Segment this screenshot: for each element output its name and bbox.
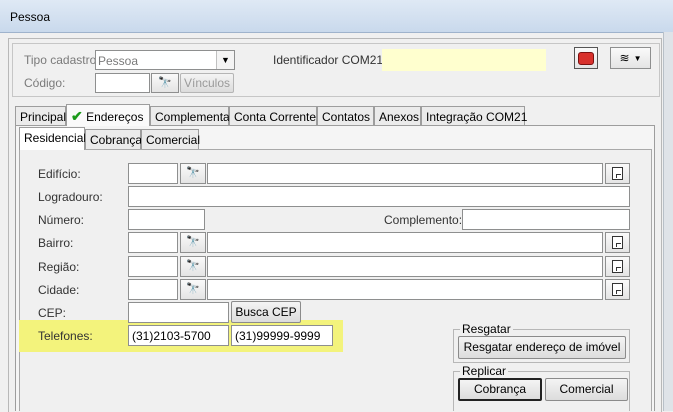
cidade-label: Cidade: xyxy=(38,283,80,297)
chevron-down-icon: ▼ xyxy=(633,53,642,63)
replicar-title: Replicar xyxy=(460,364,509,378)
logradouro-label: Logradouro: xyxy=(38,190,103,204)
telefones-label: Telefones: xyxy=(38,329,93,343)
busca-cep-button[interactable]: Busca CEP xyxy=(231,301,301,323)
subtab-cobranca[interactable]: Cobrança xyxy=(85,129,142,149)
resgatar-title: Resgatar xyxy=(460,322,513,336)
replicar-cobranca-button[interactable]: Cobrança xyxy=(458,378,542,401)
binoculars-icon: 🔭 xyxy=(186,236,200,248)
tab-anexos[interactable]: Anexos xyxy=(374,106,421,125)
tab-contatos[interactable]: Contatos xyxy=(317,106,374,125)
identificador-label: Identificador COM21: xyxy=(273,53,387,67)
subtab-residencial[interactable]: Residencial xyxy=(19,127,86,150)
chevron-down-icon[interactable]: ▼ xyxy=(216,51,234,69)
logradouro-input[interactable] xyxy=(128,186,630,207)
phone-button[interactable] xyxy=(574,47,598,69)
document-icon xyxy=(612,236,623,249)
cidade-name-input[interactable] xyxy=(207,279,603,300)
vinculos-button[interactable]: Vínculos xyxy=(180,73,234,93)
edificio-name-input[interactable] xyxy=(207,163,603,184)
bairro-name-input[interactable] xyxy=(207,232,603,253)
edificio-code-input[interactable] xyxy=(128,163,178,184)
binoculars-icon: 🔭 xyxy=(186,260,200,272)
binoculars-icon: 🔭 xyxy=(186,167,200,179)
binoculars-icon: 🔭 xyxy=(186,283,200,295)
phone-icon xyxy=(578,51,594,65)
tipo-cadastro-label: Tipo cadastro xyxy=(24,53,97,67)
regiao-search-button[interactable]: 🔭 xyxy=(180,256,206,277)
numero-input[interactable] xyxy=(128,209,205,230)
tipo-cadastro-value: Pessoa xyxy=(98,54,139,68)
tab-enderecos[interactable]: ✔ Endereços xyxy=(66,104,150,126)
document-icon xyxy=(612,167,623,180)
edificio-edit-button[interactable] xyxy=(605,163,630,184)
edificio-label: Edifício: xyxy=(38,167,81,181)
tab-integracao[interactable]: Integração COM21 xyxy=(421,106,527,125)
tab-complementar[interactable]: Complementar xyxy=(150,106,234,125)
cidade-edit-button[interactable] xyxy=(605,279,630,300)
bairro-code-input[interactable] xyxy=(128,232,178,253)
tab-enderecos-label: Endereços xyxy=(86,110,144,124)
cep-label: CEP: xyxy=(38,306,67,320)
complemento-input[interactable] xyxy=(462,209,630,230)
document-icon xyxy=(612,260,623,273)
check-icon: ✔ xyxy=(71,108,83,124)
vertical-scrollbar[interactable] xyxy=(663,32,673,411)
tipo-cadastro-select[interactable]: Pessoa ▼ xyxy=(95,50,235,70)
codigo-label: Código: xyxy=(24,76,66,90)
cidade-search-button[interactable]: 🔭 xyxy=(180,279,206,300)
tab-conta-corrente[interactable]: Conta Corrente xyxy=(229,106,317,125)
replicar-comercial-button[interactable]: Comercial xyxy=(545,378,628,401)
search-codigo-button[interactable]: 🔭 xyxy=(151,73,179,93)
title-bar: Pessoa xyxy=(0,0,673,33)
binoculars-icon: 🔭 xyxy=(158,76,172,89)
layers-icon: ≋ xyxy=(619,51,630,65)
telefone1-input[interactable]: (31)2103-5700 xyxy=(128,325,229,346)
telefone2-input[interactable]: (31)99999-9999 xyxy=(231,325,333,346)
bairro-label: Bairro: xyxy=(38,236,74,250)
regiao-label: Região: xyxy=(38,260,80,274)
edificio-search-button[interactable]: 🔭 xyxy=(180,163,206,184)
cep-input[interactable] xyxy=(128,302,229,323)
codigo-input[interactable] xyxy=(95,73,150,93)
regiao-name-input[interactable] xyxy=(207,256,603,277)
identificador-field[interactable] xyxy=(382,49,546,71)
window-title: Pessoa xyxy=(10,10,51,24)
regiao-code-input[interactable] xyxy=(128,256,178,277)
regiao-edit-button[interactable] xyxy=(605,256,630,277)
cidade-code-input[interactable] xyxy=(128,279,178,300)
subtab-comercial[interactable]: Comercial xyxy=(141,129,200,149)
document-icon xyxy=(612,283,623,296)
numero-label: Número: xyxy=(38,213,85,227)
bairro-search-button[interactable]: 🔭 xyxy=(180,232,206,253)
complemento-label: Complemento: xyxy=(384,213,463,227)
tab-principal[interactable]: Principal xyxy=(15,106,66,125)
bairro-edit-button[interactable] xyxy=(605,232,630,253)
layers-menu-button[interactable]: ≋ ▼ xyxy=(610,47,651,69)
resgatar-endereco-button[interactable]: Resgatar endereço de imóvel xyxy=(458,336,626,359)
